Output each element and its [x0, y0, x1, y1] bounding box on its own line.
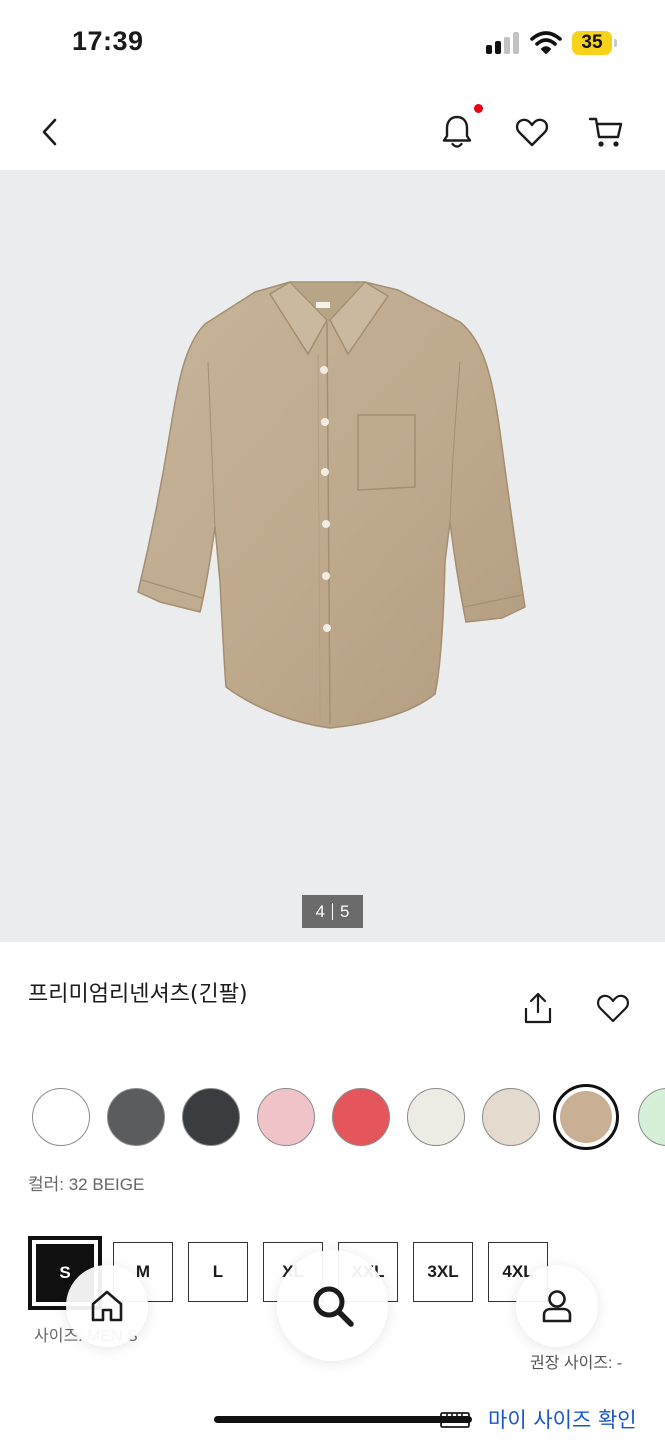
color-swatch[interactable]: [107, 1088, 165, 1146]
size-option-l[interactable]: L: [188, 1242, 248, 1302]
home-button[interactable]: [66, 1265, 148, 1347]
battery-icon: 35: [572, 31, 618, 55]
color-swatch[interactable]: [553, 1084, 619, 1150]
heart-icon: [515, 118, 549, 147]
color-swatch[interactable]: [482, 1088, 540, 1146]
status-time: 17:39: [72, 26, 144, 56]
search-button[interactable]: [277, 1250, 388, 1361]
home-icon: [91, 1290, 123, 1322]
color-swatch[interactable]: [257, 1088, 315, 1146]
product-title: 프리미엄리넨셔츠(긴팔): [28, 982, 248, 1007]
gallery-pager: 45: [302, 895, 363, 928]
back-icon: [42, 118, 57, 146]
color-swatch[interactable]: [182, 1088, 240, 1146]
back-button[interactable]: [26, 108, 74, 156]
favorites-button[interactable]: [508, 108, 556, 156]
color-swatch[interactable]: [32, 1088, 90, 1146]
heart-icon: [597, 994, 629, 1023]
share-button[interactable]: [514, 984, 562, 1032]
notification-dot: [474, 104, 483, 113]
recommended-size: 권장 사이즈: -: [530, 1355, 623, 1372]
my-size-link[interactable]: 마이 사이즈 확인: [488, 1404, 637, 1434]
wifi-icon: [530, 30, 562, 54]
size-option-label: 3XL: [427, 1262, 459, 1281]
cellular-signal-icon: [486, 32, 520, 54]
color-swatch[interactable]: [638, 1088, 665, 1146]
color-label: 컬러: 32 BEIGE: [28, 1175, 145, 1194]
home-indicator: [214, 1416, 472, 1423]
color-swatch[interactable]: [407, 1088, 465, 1146]
account-button[interactable]: [516, 1265, 598, 1347]
color-swatch[interactable]: [332, 1088, 390, 1146]
cart-button[interactable]: [582, 108, 630, 156]
gallery-total: 5: [340, 901, 350, 921]
notifications-button[interactable]: [433, 108, 481, 156]
share-icon: [524, 992, 552, 1024]
bell-icon: [442, 115, 472, 148]
search-icon: [313, 1286, 354, 1327]
product-image: [137, 281, 526, 729]
size-option-label: L: [212, 1262, 224, 1281]
size-option-3xl[interactable]: 3XL: [413, 1242, 473, 1302]
gallery-current: 4: [315, 901, 325, 921]
wishlist-button[interactable]: [589, 984, 637, 1032]
battery-level: 35: [581, 32, 603, 53]
cart-icon: [588, 117, 623, 147]
account-icon: [542, 1290, 572, 1323]
